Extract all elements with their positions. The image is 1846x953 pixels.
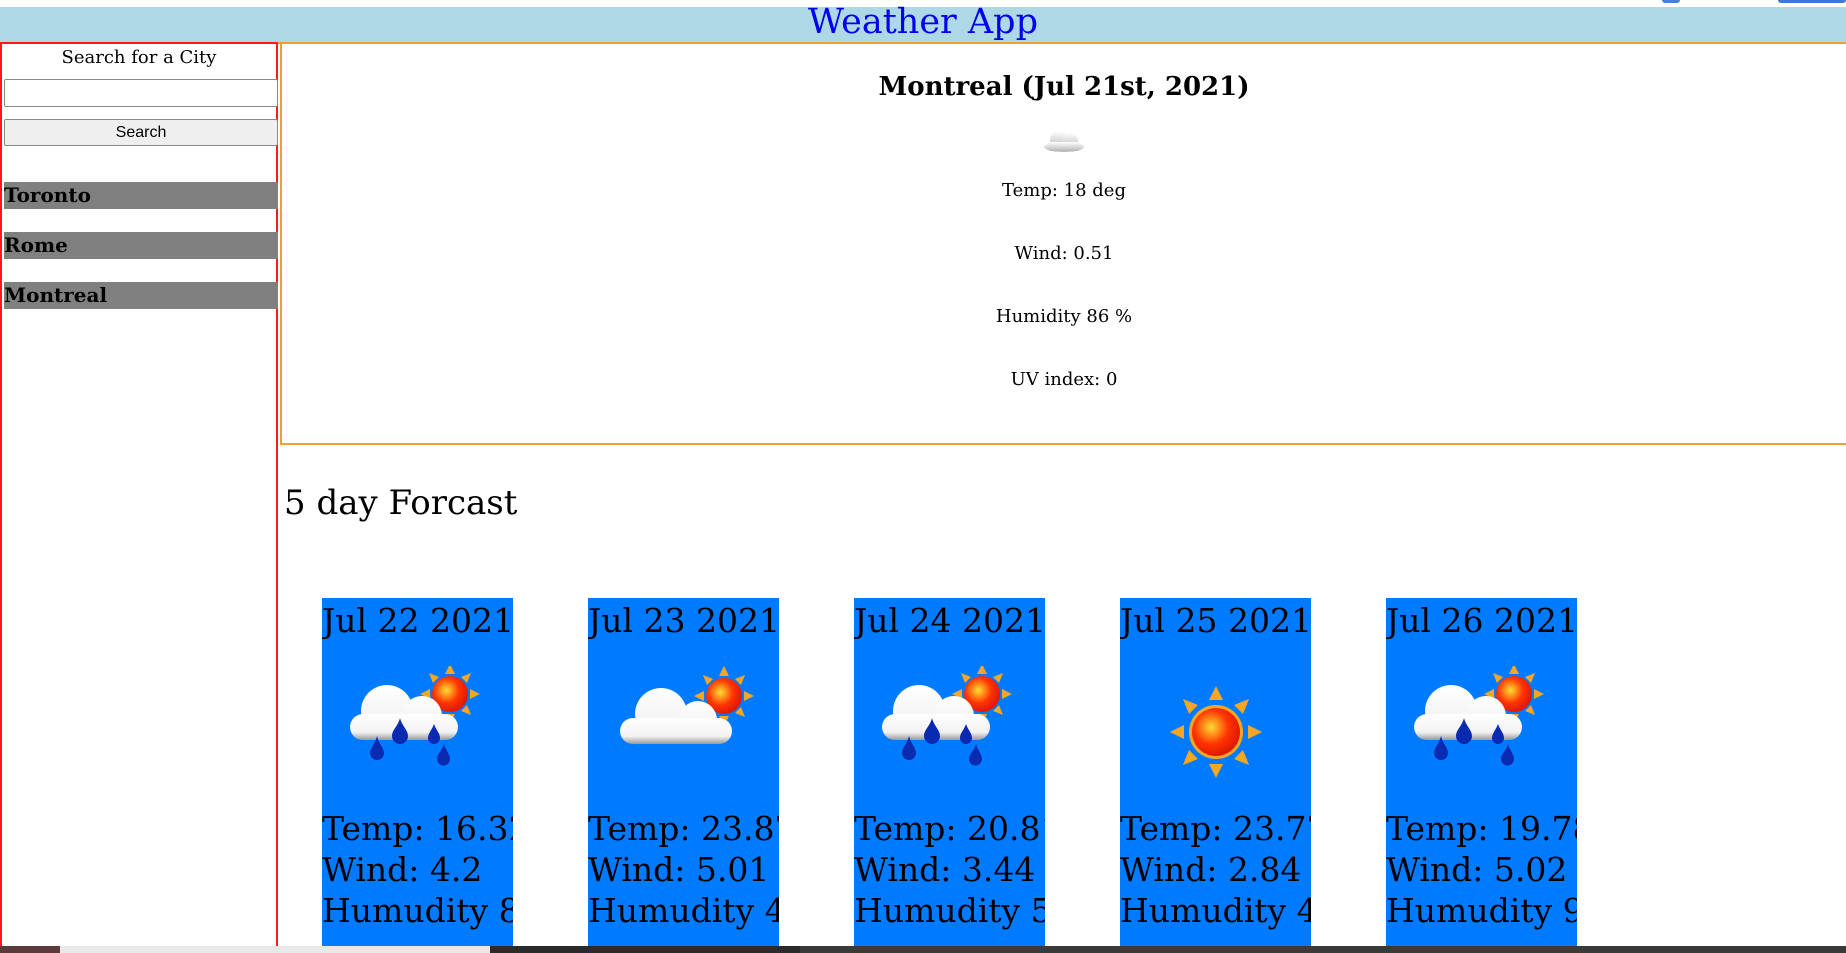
app-header: Weather App bbox=[0, 2, 1846, 44]
rain-sun-icon bbox=[882, 666, 1012, 766]
sun-icon bbox=[1170, 686, 1262, 778]
forecast-date: Jul 25 2021 bbox=[1120, 601, 1311, 640]
forecast-wind: Wind: 3.44 bbox=[854, 850, 1036, 889]
partly-cloudy-icon bbox=[620, 666, 754, 744]
search-button[interactable]: Search bbox=[4, 119, 278, 146]
forecast-date: Jul 23 2021 bbox=[588, 601, 779, 640]
forecast-temp: Temp: 19.78 bbox=[1386, 809, 1577, 848]
search-history: Toronto Rome Montreal bbox=[2, 182, 278, 309]
city-search-input[interactable] bbox=[4, 79, 278, 107]
current-city-title: Montreal (Jul 21st, 2021) bbox=[878, 72, 1250, 102]
app-title: Weather App bbox=[808, 2, 1038, 42]
history-item-rome[interactable]: Rome bbox=[4, 232, 278, 259]
forecast-card: Jul 22 2021 Temp: 16.32 Wind: 4.2 Humudi… bbox=[322, 598, 513, 953]
forecast-card: Jul 26 2021 Temp: 19.78 Wind: 5.02 Humud… bbox=[1386, 598, 1577, 953]
current-uv-index: UV index: 0 bbox=[1010, 369, 1118, 390]
forecast-temp: Temp: 23.77 bbox=[1120, 809, 1311, 848]
current-weather-panel: Montreal (Jul 21st, 2021) Temp: 18 deg W… bbox=[280, 42, 1846, 445]
taskbar-segment bbox=[800, 946, 1846, 953]
forecast-icon-wrap bbox=[322, 644, 513, 784]
rain-sun-icon bbox=[350, 666, 480, 766]
forecast-date: Jul 24 2021 bbox=[854, 601, 1045, 640]
forecast-title: 5 day Forcast bbox=[284, 483, 518, 523]
forecast-icon-wrap bbox=[1120, 644, 1311, 784]
sidebar: Search for a City Search Toronto Rome Mo… bbox=[0, 42, 278, 953]
current-wind: Wind: 0.51 bbox=[1014, 243, 1114, 264]
current-humidity: Humidity 86 % bbox=[995, 306, 1133, 327]
forecast-date: Jul 26 2021 bbox=[1386, 601, 1577, 640]
forecast-wind: Wind: 4.2 bbox=[322, 850, 483, 889]
browser-tab-indicator bbox=[1778, 0, 1846, 3]
forecast-humidity: Humudity 43 bbox=[588, 891, 779, 930]
forecast-humidity: Humudity 80 bbox=[322, 891, 513, 930]
forecast-card: Jul 25 2021 Temp: 23.77 Wind: 2.84 Humud… bbox=[1120, 598, 1311, 953]
forecast-wind: Wind: 5.01 bbox=[588, 850, 770, 889]
search-label: Search for a City bbox=[61, 47, 217, 68]
forecast-temp: Temp: 16.32 bbox=[322, 809, 513, 848]
forecast-humidity: Humudity 48 bbox=[1120, 891, 1311, 930]
forecast-icon-wrap bbox=[588, 644, 779, 784]
history-item-montreal[interactable]: Montreal bbox=[4, 282, 278, 309]
taskbar-strip bbox=[0, 946, 1846, 953]
forecast-temp: Temp: 20.81 bbox=[854, 809, 1045, 848]
taskbar-segment bbox=[60, 946, 490, 953]
forecast-date: Jul 22 2021 bbox=[322, 601, 513, 640]
forecast-card: Jul 24 2021 Temp: 20.81 Wind: 3.44 Humud… bbox=[854, 598, 1045, 953]
forecast-icon-wrap bbox=[1386, 644, 1577, 784]
forecast-wind: Wind: 5.02 bbox=[1386, 850, 1568, 889]
forecast-temp: Temp: 23.87 bbox=[588, 809, 779, 848]
current-temp: Temp: 18 deg bbox=[1002, 180, 1126, 201]
forecast-humidity: Humudity 95 bbox=[1386, 891, 1577, 930]
history-item-toronto[interactable]: Toronto bbox=[4, 182, 278, 209]
forecast-humidity: Humudity 57 bbox=[854, 891, 1045, 930]
rain-sun-icon bbox=[1414, 666, 1544, 766]
current-weather-icon-wrap bbox=[282, 123, 1846, 165]
forecast-card: Jul 23 2021 Temp: 23.87 Wind: 5.01 Humud… bbox=[588, 598, 779, 953]
browser-tab-indicator bbox=[1662, 0, 1680, 3]
forecast-icon-wrap bbox=[854, 644, 1045, 784]
cloud-icon bbox=[1044, 131, 1084, 152]
forecast-wind: Wind: 2.84 bbox=[1120, 850, 1302, 889]
taskbar-segment bbox=[0, 946, 60, 953]
